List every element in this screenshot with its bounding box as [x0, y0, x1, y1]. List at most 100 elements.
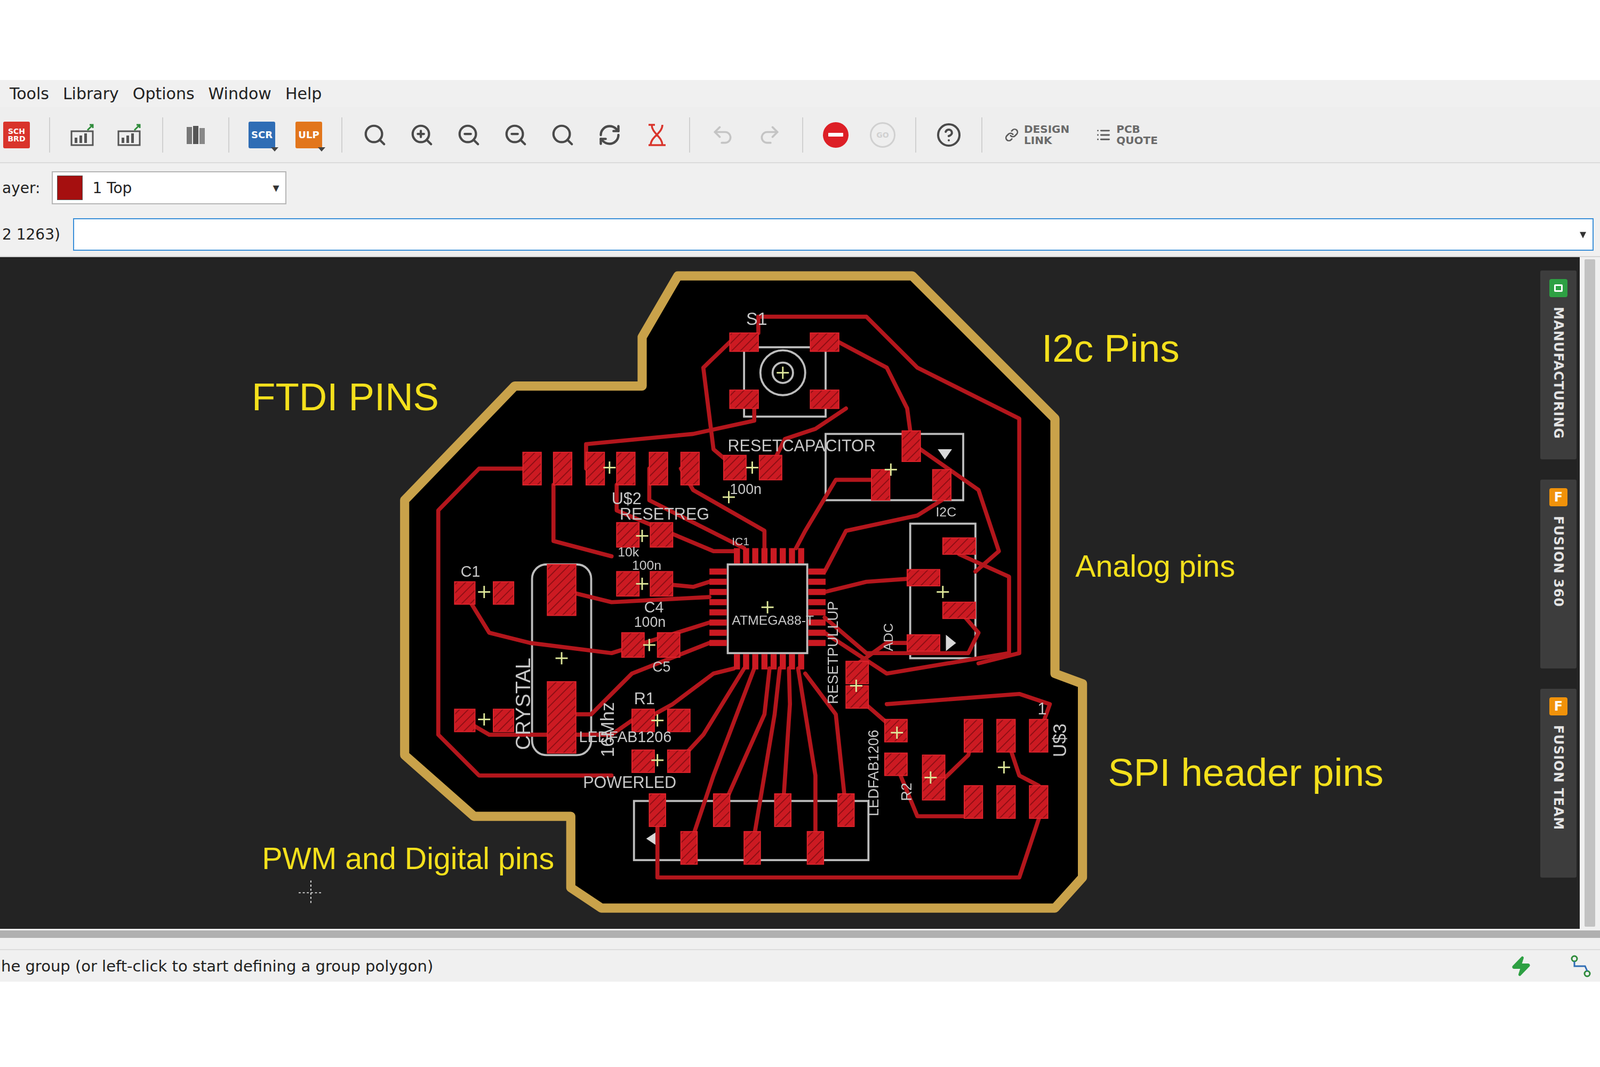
smd-pad[interactable] — [454, 708, 475, 732]
smd-pad[interactable] — [650, 571, 673, 596]
chip-pin[interactable] — [808, 598, 826, 605]
chip-pin[interactable] — [709, 629, 727, 636]
chip-pin[interactable] — [788, 653, 795, 670]
history-arrow-icon[interactable]: ▾ — [1579, 226, 1587, 242]
smd-pad[interactable] — [493, 581, 514, 604]
smd-pad[interactable] — [586, 452, 605, 485]
chip-pin[interactable] — [808, 588, 826, 595]
smd-pad[interactable] — [681, 831, 698, 864]
board-canvas[interactable]: S1RESETCAPACITORU$2RESETREG100nIC1C110k1… — [0, 257, 1538, 929]
help-button[interactable] — [934, 120, 964, 150]
smd-pad[interactable] — [774, 793, 791, 827]
smd-pad[interactable] — [657, 632, 680, 658]
ulp-button[interactable]: ULP — [294, 120, 324, 150]
vertical-scrollbar[interactable] — [1579, 257, 1600, 929]
route-icon[interactable] — [1569, 954, 1593, 978]
pcb-quote-button[interactable]: PCBQUOTE — [1091, 123, 1163, 147]
smd-pad[interactable] — [837, 793, 855, 827]
menu-item[interactable]: Window — [208, 84, 272, 103]
smd-pad[interactable] — [845, 685, 869, 708]
go-button[interactable]: GO — [868, 120, 898, 150]
smd-pad[interactable] — [845, 661, 869, 684]
menu-item[interactable]: Options — [132, 84, 195, 103]
smd-pad[interactable] — [922, 754, 946, 778]
stop-button[interactable] — [821, 120, 851, 150]
chip-pin[interactable] — [808, 629, 826, 636]
chip-pin[interactable] — [733, 653, 740, 670]
smd-pad[interactable] — [649, 452, 668, 485]
smd-pad[interactable] — [1029, 718, 1048, 752]
chip-pin[interactable] — [709, 639, 727, 646]
smd-pad[interactable] — [901, 430, 920, 462]
command-line[interactable]: ▾ — [73, 218, 1594, 251]
chip-pin[interactable] — [770, 547, 777, 564]
chip-pin[interactable] — [709, 619, 727, 626]
smd-pad[interactable] — [493, 708, 514, 732]
zoom-in-button[interactable] — [407, 120, 437, 150]
chip-pin[interactable] — [761, 547, 768, 564]
command-input[interactable] — [80, 225, 1580, 244]
redraw-button[interactable] — [595, 120, 624, 150]
smd-pad[interactable] — [729, 389, 759, 408]
chip-pin[interactable] — [709, 588, 727, 595]
smd-pad[interactable] — [547, 681, 576, 754]
chip-pin[interactable] — [742, 547, 749, 564]
smd-pad[interactable] — [884, 718, 908, 742]
menu-item[interactable]: Help — [285, 84, 322, 103]
smd-pad[interactable] — [723, 454, 747, 480]
smd-pad[interactable] — [907, 634, 940, 652]
manufacturing-button[interactable] — [115, 120, 144, 150]
chip-pin[interactable] — [808, 578, 826, 585]
chip-pin[interactable] — [733, 547, 740, 564]
undo-button[interactable] — [708, 120, 738, 150]
chip-pin[interactable] — [797, 547, 804, 564]
smd-pad[interactable] — [616, 452, 635, 485]
design-link-button[interactable]: DESIGNLINK — [1000, 123, 1074, 147]
cam-button[interactable] — [68, 120, 98, 150]
trace[interactable] — [553, 484, 612, 557]
chip-pin[interactable] — [752, 653, 758, 670]
smd-pad[interactable] — [729, 332, 759, 351]
trace[interactable] — [824, 500, 942, 572]
chip-pin[interactable] — [770, 653, 777, 670]
side-tab[interactable]: MANUFACTURING — [1540, 270, 1577, 460]
smd-pad[interactable] — [616, 571, 639, 596]
chip-pin[interactable] — [779, 653, 786, 670]
library-button[interactable] — [181, 120, 211, 150]
trace[interactable] — [824, 554, 1010, 674]
trace[interactable] — [920, 449, 999, 572]
chip-pin[interactable] — [709, 598, 727, 605]
smd-pad[interactable] — [522, 452, 541, 485]
chip-pin[interactable] — [709, 568, 727, 575]
smd-pad[interactable] — [759, 454, 782, 480]
smd-pad[interactable] — [667, 749, 691, 773]
lightning-icon[interactable] — [1510, 955, 1532, 977]
smd-pad[interactable] — [713, 793, 731, 827]
smd-pad[interactable] — [649, 793, 666, 827]
trace[interactable] — [796, 479, 882, 548]
smd-pad[interactable] — [942, 602, 976, 619]
smd-pad[interactable] — [884, 753, 908, 776]
smd-pad[interactable] — [454, 581, 475, 604]
sch-brd-button[interactable]: SCHBRD — [2, 120, 31, 150]
ratsnest-button[interactable] — [642, 120, 671, 150]
trace[interactable] — [838, 341, 911, 431]
zoom-out-button[interactable] — [454, 120, 484, 150]
smd-pad[interactable] — [907, 569, 940, 587]
chip-pin[interactable] — [709, 609, 727, 615]
side-tab[interactable]: FFUSION TEAM — [1540, 688, 1577, 878]
script-button[interactable]: SCR — [247, 120, 277, 150]
smd-pad[interactable] — [681, 452, 700, 485]
smd-pad[interactable] — [996, 718, 1015, 752]
smd-pad[interactable] — [922, 777, 946, 800]
chip-pin[interactable] — [761, 653, 768, 670]
smd-pad[interactable] — [964, 785, 983, 819]
horizontal-scrollbar[interactable] — [0, 928, 1600, 940]
smd-pad[interactable] — [996, 785, 1015, 819]
chip-pin[interactable] — [797, 653, 804, 670]
menu-item[interactable]: Library — [62, 84, 119, 103]
trace[interactable] — [758, 316, 1020, 664]
smd-pad[interactable] — [810, 332, 839, 351]
smd-pad[interactable] — [932, 469, 951, 500]
zoom-last-button[interactable] — [501, 120, 531, 150]
